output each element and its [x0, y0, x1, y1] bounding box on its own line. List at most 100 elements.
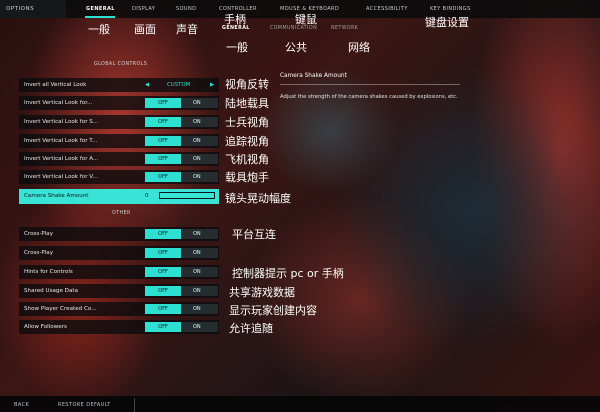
toggle-on[interactable]: ON [181, 229, 218, 239]
section-title-other: OTHER [112, 211, 131, 216]
toggle-off[interactable]: OFF [145, 136, 181, 146]
bottom-divider [134, 398, 135, 412]
annotation: 载具炮手 [225, 171, 269, 184]
setting-label: Cross-Play [24, 250, 54, 256]
setting-row[interactable]: Cross-Play OFF ON [19, 227, 219, 241]
annotation-sub-general: 一般 [226, 41, 248, 54]
toggle-off[interactable]: OFF [145, 304, 181, 314]
setting-row[interactable]: Invert Vertical Look for... OFF ON [19, 96, 219, 110]
description-title: Camera Shake Amount [280, 73, 347, 79]
annotation-sub-communication: 公共 [285, 41, 307, 54]
setting-label: Hints for Controls [24, 269, 73, 275]
setting-row-invert-all[interactable]: Invert all Vertical Look ◀ CUSTOM ▶ [19, 78, 219, 92]
toggle-on[interactable]: ON [181, 154, 218, 164]
off-on-toggle[interactable]: OFF ON [145, 229, 218, 239]
section-title-global-controls: GLOBAL CONTROLS [94, 62, 148, 67]
annotation: 共享游戏数据 [229, 286, 295, 299]
off-on-toggle[interactable]: OFF ON [145, 267, 218, 277]
annotation: 平台互连 [232, 228, 276, 241]
tab-accessibility[interactable]: ACCESSIBILITY [366, 6, 408, 12]
annotation: 士兵视角 [225, 116, 269, 129]
setting-label: Allow Followers [24, 324, 67, 330]
setting-row[interactable]: Show Player Created Co... OFF ON [19, 302, 219, 316]
setting-label: Show Player Created Co... [24, 306, 97, 312]
tab-sound[interactable]: SOUND [176, 6, 196, 12]
toggle-on[interactable]: ON [181, 248, 218, 258]
setting-label: Invert Vertical Look for T... [24, 138, 98, 144]
toggle-on[interactable]: ON [181, 98, 218, 108]
description-text: Adjust the strength of the camera shakes… [280, 94, 458, 100]
annotation-key-bindings: 键盘设置 [425, 16, 469, 29]
toggle-on[interactable]: ON [181, 286, 218, 296]
toggle-off[interactable]: OFF [145, 248, 181, 258]
camera-shake-slider[interactable] [159, 192, 215, 199]
toggle-on[interactable]: ON [181, 117, 218, 127]
toggle-off[interactable]: OFF [145, 117, 181, 127]
off-on-toggle[interactable]: OFF ON [145, 172, 218, 182]
setting-label: Invert Vertical Look for V... [24, 174, 98, 180]
subtab-general[interactable]: GENERAL [222, 26, 250, 31]
setting-label: Cross-Play [24, 231, 54, 237]
off-on-toggle[interactable]: OFF ON [145, 98, 218, 108]
annotation-sound: 声音 [176, 23, 198, 36]
annotation-controller: 手柄 [224, 13, 246, 26]
annotation-general: 一般 [88, 23, 110, 36]
off-on-toggle[interactable]: OFF ON [145, 286, 218, 296]
toggle-on[interactable]: ON [181, 172, 218, 182]
setting-row[interactable]: Invert Vertical Look for A... OFF ON [19, 152, 219, 166]
subtab-network[interactable]: NETWORK [331, 26, 358, 31]
annotation: 显示玩家创建内容 [229, 304, 317, 317]
arrow-left-icon[interactable]: ◀ [145, 82, 149, 88]
back-button[interactable]: BACK [14, 402, 29, 408]
tab-display[interactable]: DISPLAY [132, 6, 155, 12]
subtab-communication[interactable]: COMMUNICATION [270, 26, 317, 31]
setting-row[interactable]: Allow Followers OFF ON [19, 320, 219, 334]
toggle-on[interactable]: ON [181, 136, 218, 146]
toggle-off[interactable]: OFF [145, 98, 181, 108]
off-on-toggle[interactable]: OFF ON [145, 322, 218, 332]
setting-label: Invert Vertical Look for A... [24, 156, 99, 162]
tab-general[interactable]: GENERAL [86, 6, 115, 12]
off-on-toggle[interactable]: OFF ON [145, 117, 218, 127]
off-on-toggle[interactable]: OFF ON [145, 248, 218, 258]
setting-label: Camera Shake Amount [24, 193, 89, 199]
setting-label: Invert Vertical Look for... [24, 100, 93, 106]
arrow-right-icon[interactable]: ▶ [210, 82, 214, 88]
setting-row-camera-shake[interactable]: Camera Shake Amount 0 [19, 189, 219, 204]
setting-row[interactable]: Invert Vertical Look for V... OFF ON [19, 170, 219, 184]
toggle-off[interactable]: OFF [145, 267, 181, 277]
toggle-off[interactable]: OFF [145, 286, 181, 296]
toggle-off[interactable]: OFF [145, 229, 181, 239]
off-on-toggle[interactable]: OFF ON [145, 304, 218, 314]
setting-row[interactable]: Cross-Play OFF ON [19, 246, 219, 260]
restore-default-button[interactable]: RESTORE DEFAULT [58, 402, 111, 408]
annotation-mouse-keyboard: 键鼠 [295, 13, 317, 26]
active-tab-indicator [85, 16, 115, 18]
annotation: 陆地载具 [225, 97, 269, 110]
toggle-on[interactable]: ON [181, 267, 218, 277]
slider-value: 0 [145, 193, 149, 199]
toggle-off[interactable]: OFF [145, 154, 181, 164]
toggle-off[interactable]: OFF [145, 322, 181, 332]
off-on-toggle[interactable]: OFF ON [145, 136, 218, 146]
toggle-off[interactable]: OFF [145, 172, 181, 182]
tab-key-bindings[interactable]: KEY BINDINGS [430, 6, 471, 12]
setting-row[interactable]: Shared Usage Data OFF ON [19, 284, 219, 298]
annotation: 追踪视角 [225, 135, 269, 148]
setting-row[interactable]: Hints for Controls OFF ON [19, 265, 219, 279]
annotation-camera-shake: 镜头晃动幅度 [225, 192, 291, 205]
annotation: 允许追随 [229, 322, 273, 335]
background-art [0, 0, 600, 412]
setting-row[interactable]: Invert Vertical Look for T... OFF ON [19, 134, 219, 148]
annotation: 控制器提示 pc or 手柄 [232, 267, 344, 280]
setting-label: Shared Usage Data [24, 288, 79, 294]
annotation-display: 画面 [134, 23, 156, 36]
setting-label: Invert all Vertical Look [24, 82, 87, 88]
selector-value: CUSTOM [167, 82, 191, 88]
setting-label: Invert Vertical Look for S... [24, 119, 99, 125]
description-divider [280, 84, 460, 85]
toggle-on[interactable]: ON [181, 322, 218, 332]
off-on-toggle[interactable]: OFF ON [145, 154, 218, 164]
toggle-on[interactable]: ON [181, 304, 218, 314]
setting-row[interactable]: Invert Vertical Look for S... OFF ON [19, 115, 219, 129]
